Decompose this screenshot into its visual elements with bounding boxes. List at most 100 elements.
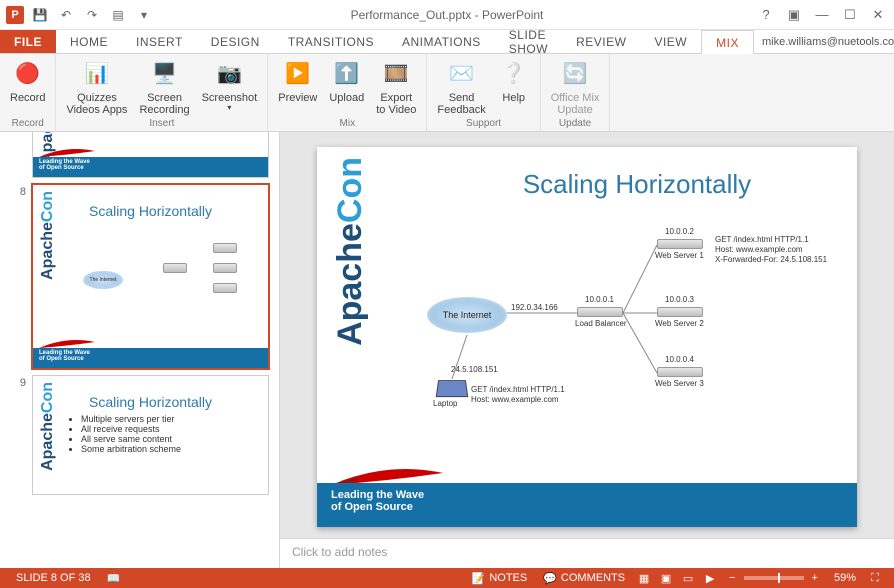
help-ribbon-icon: ❔ [498,58,530,90]
notes-toggle[interactable]: 📝 NOTES [464,572,536,585]
tab-home[interactable]: HOME [56,30,122,53]
export-button[interactable]: 🎞️Export to Video [370,56,422,118]
screenrec-icon: 🖥️ [149,58,181,90]
diagram-lines [407,217,837,457]
normal-view-icon[interactable]: ▦ [633,570,655,586]
feedback-icon: ✉️ [446,58,478,90]
ribbon: 🔴 Record Record 📊Quizzes Videos Apps 🖥️S… [0,54,894,132]
footer-line1: Leading the Wave [331,489,843,501]
thumb-number: 9 [16,375,26,495]
quick-access-toolbar: P 💾 ↶ ↷ ▤ ▾ [0,5,154,25]
feedback-label: Send Feedback [437,92,485,116]
fit-to-window-icon[interactable]: ⛶ [864,570,886,586]
record-label: Record [10,92,45,104]
feedback-button[interactable]: ✉️Send Feedback [431,56,491,118]
work-area: ApacheCon Specialized hardware Scale out… [0,132,894,568]
close-icon[interactable]: ✕ [868,5,888,25]
group-mix: ▶️ Preview ⬆️ Upload 🎞️Export to Video Mix [268,54,427,131]
screen-recording-button[interactable]: 🖥️Screen Recording [133,56,195,118]
preview-button[interactable]: ▶️ Preview [272,56,323,106]
ribbon-tabs: FILE HOME INSERT DESIGN TRANSITIONS ANIM… [0,30,894,54]
footer-line2: of Open Source [331,501,843,513]
record-button[interactable]: 🔴 Record [4,56,51,106]
group-insert: 📊Quizzes Videos Apps 🖥️Screen Recording … [56,54,268,131]
update-button: 🔄Office Mix Update [545,56,606,118]
zoom-slider[interactable] [744,576,804,580]
redo-icon[interactable]: ↷ [82,5,102,25]
update-label: Office Mix Update [551,92,600,116]
group-label-mix: Mix [268,118,426,131]
notes-placeholder: Click to add notes [292,545,387,559]
thumb9-line: Multiple servers per tier [81,414,268,424]
quizzes-icon: 📊 [81,58,113,90]
status-bar: SLIDE 8 OF 38 📖 📝 NOTES 💬 COMMENTS ▦ ▣ ▭… [0,568,894,588]
sorter-view-icon[interactable]: ▣ [655,570,677,586]
thumb9-title: Scaling Horizontally [33,376,268,410]
account-area[interactable]: mike.williams@nuetools.co.uk ▾ SCAN [754,30,894,53]
zoom-in[interactable]: + [804,572,826,584]
update-icon: 🔄 [559,58,591,90]
qat-customize-icon[interactable]: ▾ [134,5,154,25]
screenshot-icon: 📷 [213,58,245,90]
tab-slideshow[interactable]: SLIDE SHOW [495,30,562,53]
quizzes-button[interactable]: 📊Quizzes Videos Apps [60,56,133,118]
start-show-icon[interactable]: ▤ [108,5,128,25]
zoom-out[interactable]: − [721,572,743,584]
thumbnail-7[interactable]: ApacheCon Specialized hardware Scale out… [32,132,269,178]
tab-view[interactable]: VIEW [640,30,701,53]
zoom-level[interactable]: 59% [826,572,864,584]
thumb-number: 8 [16,184,26,369]
network-diagram: The Internet 192.0.34.166 Laptop 24.5.10… [407,217,837,457]
tab-file[interactable]: FILE [0,30,56,53]
editor-pane: ApacheCon Scaling Horizontally The Inter… [280,132,894,568]
upload-label: Upload [329,92,364,104]
apachecon-logo: ApacheCon [331,157,370,346]
powerpoint-icon: P [6,6,24,24]
tab-mix[interactable]: MIX [701,30,754,54]
current-slide[interactable]: ApacheCon Scaling Horizontally The Inter… [317,147,857,527]
upload-icon: ⬆️ [331,58,363,90]
tab-design[interactable]: DESIGN [197,30,274,53]
preview-icon: ▶️ [282,58,314,90]
preview-label: Preview [278,92,317,104]
tab-insert[interactable]: INSERT [122,30,197,53]
slide-thumbnails[interactable]: ApacheCon Specialized hardware Scale out… [0,132,280,568]
group-label-update: Update [541,118,610,131]
maximize-icon[interactable]: ☐ [840,5,860,25]
thumb8-title: Scaling Horizontally [33,185,268,219]
slideshow-view-icon[interactable]: ▶ [699,570,721,586]
export-icon: 🎞️ [380,58,412,90]
screenshot-button[interactable]: 📷Screenshot▾ [196,56,264,115]
undo-icon[interactable]: ↶ [56,5,76,25]
help-button[interactable]: ❔ Help [492,56,536,106]
group-record: 🔴 Record Record [0,54,56,131]
upload-button[interactable]: ⬆️ Upload [323,56,370,106]
tab-transitions[interactable]: TRANSITIONS [274,30,388,53]
export-label: Export to Video [376,92,416,116]
thumbnail-8[interactable]: ApacheCon Scaling Horizontally The Inter… [32,184,269,369]
save-icon[interactable]: 💾 [30,5,50,25]
comments-toggle[interactable]: 💬 COMMENTS [535,572,633,585]
thumbnail-9[interactable]: ApacheCon Scaling Horizontally Multiple … [32,375,269,495]
help-label: Help [502,92,525,104]
group-label-insert: Insert [56,118,267,131]
slide-title[interactable]: Scaling Horizontally [437,169,837,200]
tab-review[interactable]: REVIEW [562,30,640,53]
screenrec-label: Screen Recording [139,92,189,116]
group-update: 🔄Office Mix Update Update [541,54,611,131]
group-label-record: Record [0,118,55,131]
tab-animations[interactable]: ANIMATIONS [388,30,495,53]
reading-view-icon[interactable]: ▭ [677,570,699,586]
group-support: ✉️Send Feedback ❔ Help Support [427,54,540,131]
window-title: Performance_Out.pptx - PowerPoint [351,8,544,22]
slide-counter[interactable]: SLIDE 8 OF 38 [8,572,99,584]
slide-footer: Leading the Wave of Open Source [317,483,857,527]
group-label-support: Support [427,118,539,131]
notes-pane[interactable]: Click to add notes [280,538,894,568]
help-icon[interactable]: ? [756,5,776,25]
slide-canvas[interactable]: ApacheCon Scaling Horizontally The Inter… [280,132,894,538]
minimize-icon[interactable]: — [812,5,832,25]
spellcheck-icon[interactable]: 📖 [99,572,129,585]
ribbon-options-icon[interactable]: ▣ [784,5,804,25]
account-email: mike.williams@nuetools.co.uk [762,36,894,48]
